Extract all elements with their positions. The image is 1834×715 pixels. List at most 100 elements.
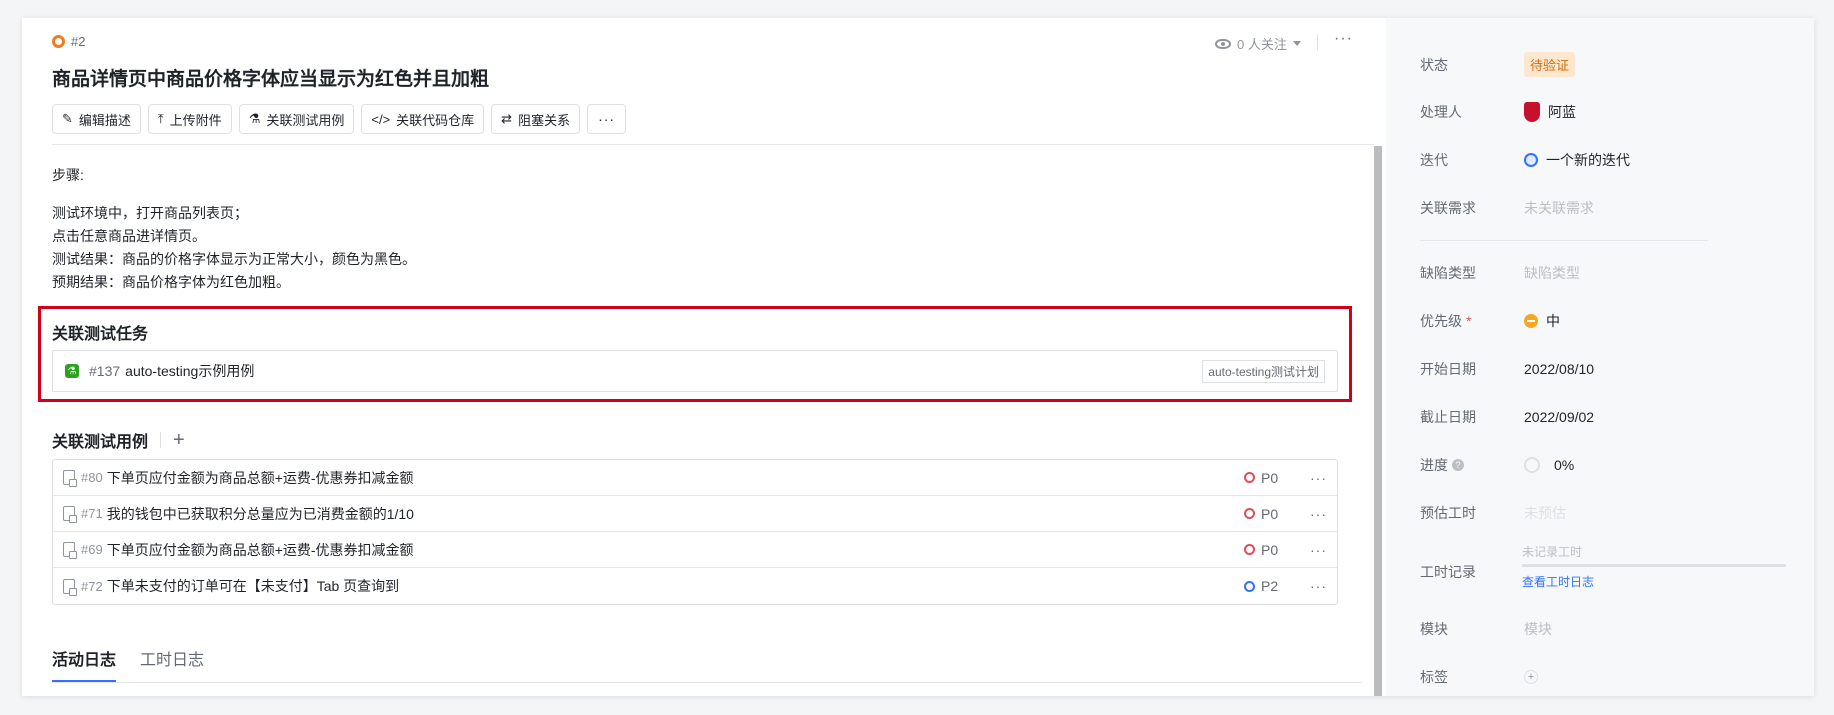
divider xyxy=(1420,240,1708,241)
field-value: 2022/09/02 xyxy=(1524,409,1595,425)
row-more-button[interactable]: ··· xyxy=(1310,470,1327,486)
field-label: 预估工时 xyxy=(1420,505,1476,521)
row-more-button[interactable]: ··· xyxy=(1310,506,1327,522)
priority-icon xyxy=(1244,472,1255,483)
upload-attachment-button[interactable]: ⤒ 上传附件 xyxy=(147,104,232,134)
edit-description-button[interactable]: ✎ 编辑描述 xyxy=(52,104,141,134)
field-priority[interactable]: 优先级 * 中 xyxy=(1420,311,1560,331)
field-progress[interactable]: 进度? 0% xyxy=(1420,455,1574,475)
test-plan-tag[interactable]: auto-testing测试计划 xyxy=(1202,359,1325,383)
progress-value: 0% xyxy=(1554,457,1575,473)
field-label: 工时记录 xyxy=(1420,564,1476,580)
field-label: 缺陷类型 xyxy=(1420,265,1476,281)
field-value: 一个新的迭代 xyxy=(1524,150,1630,170)
case-row[interactable]: #80 下单页应付金额为商品总额+运费-优惠券扣减金额 P0 ··· xyxy=(53,460,1337,496)
field-label: 迭代 xyxy=(1420,152,1448,168)
flask-icon: ⚗ xyxy=(248,111,261,126)
more-actions-button[interactable]: ··· xyxy=(1334,30,1353,48)
field-label: 模块 xyxy=(1420,621,1448,637)
scrollbar-thumb[interactable] xyxy=(1374,146,1382,696)
toolbar-more-button[interactable]: ··· xyxy=(587,104,627,134)
link-test-case-label: 关联测试用例 xyxy=(266,112,345,128)
main-panel: #2 商品详情页中商品价格字体应当显示为红色并且加粗 0 人关注 ··· ✎ 编… xyxy=(22,18,1386,696)
linked-cases-list: #80 下单页应付金额为商品总额+运费-优惠券扣减金额 P0 ··· #71 我… xyxy=(52,459,1338,605)
description-line: 测试环境中，打开商品列表页； xyxy=(52,205,248,221)
field-label: 开始日期 xyxy=(1420,361,1476,377)
task-id: #137 xyxy=(89,363,121,379)
field-value: 2022/08/10 xyxy=(1524,361,1595,377)
field-value: 待验证 xyxy=(1524,52,1576,77)
iteration-name: 一个新的迭代 xyxy=(1546,152,1630,168)
link-code-repo-label: 关联代码仓库 xyxy=(396,112,475,128)
test-case-icon xyxy=(63,506,77,523)
link-code-repo-button[interactable]: </> 关联代码仓库 xyxy=(361,104,485,134)
field-worklog: 工时记录 xyxy=(1420,562,1524,582)
bug-id: #2 xyxy=(52,34,85,49)
field-requirement[interactable]: 关联需求 未关联需求 xyxy=(1420,198,1594,218)
blocking-relation-button[interactable]: ⇄ 阻塞关系 xyxy=(491,104,581,134)
progress-label: 进度 xyxy=(1420,457,1448,473)
add-case-button[interactable]: + xyxy=(173,429,185,452)
field-label: 优先级 * xyxy=(1420,311,1524,331)
field-value: 阿蓝 xyxy=(1524,102,1576,122)
linked-task-row[interactable]: ⚗ #137 auto-testing示例用例 auto-testing测试计划 xyxy=(52,350,1338,392)
view-worklog-link[interactable]: 查看工时日志 xyxy=(1522,573,1786,590)
field-label: 截止日期 xyxy=(1420,409,1476,425)
case-row[interactable]: #72 下单未支付的订单可在【未支付】Tab 页查询到 P2 ··· xyxy=(53,568,1337,604)
status-badge[interactable]: 待验证 xyxy=(1524,52,1576,77)
case-priority: P0 xyxy=(1244,506,1302,522)
divider xyxy=(52,682,1362,683)
field-value: 中 xyxy=(1524,311,1560,331)
case-row[interactable]: #71 我的钱包中已获取积分总量应为已消费金额的1/10 P0 ··· xyxy=(53,496,1337,532)
follow-button[interactable]: 0 人关注 xyxy=(1215,34,1301,53)
field-status[interactable]: 状态 待验证 xyxy=(1420,52,1576,77)
field-label: 标签 xyxy=(1420,669,1448,685)
iteration-icon xyxy=(1524,153,1538,167)
tab-activity-log[interactable]: 活动日志 xyxy=(52,646,117,682)
tab-worklog[interactable]: 工时日志 xyxy=(140,646,204,682)
assignee-name: 阿蓝 xyxy=(1548,104,1576,120)
edit-icon: ✎ xyxy=(62,111,73,126)
priority-value: 中 xyxy=(1546,313,1560,329)
field-value: 未关联需求 xyxy=(1524,200,1594,216)
priority-icon xyxy=(1244,544,1255,555)
description-line: 预期结果：商品价格字体为红色加粗。 xyxy=(52,274,290,290)
add-tag-button[interactable]: + xyxy=(1524,670,1538,684)
description-line: 点击任意商品进详情页。 xyxy=(52,228,206,244)
field-value: 0% xyxy=(1524,457,1574,473)
field-start-date[interactable]: 开始日期 2022/08/10 xyxy=(1420,359,1594,379)
field-module[interactable]: 模块 模块 xyxy=(1420,619,1552,639)
blocking-relation-label: 阻塞关系 xyxy=(518,112,571,128)
field-defect-type[interactable]: 缺陷类型 缺陷类型 xyxy=(1420,263,1580,283)
edit-description-label: 编辑描述 xyxy=(78,112,131,128)
case-priority: P0 xyxy=(1244,470,1302,486)
link-test-case-button[interactable]: ⚗ 关联测试用例 xyxy=(238,104,355,134)
field-assignee[interactable]: 处理人 阿蓝 xyxy=(1420,102,1576,122)
block-icon: ⇄ xyxy=(501,111,513,126)
row-more-button[interactable]: ··· xyxy=(1310,542,1327,558)
case-row[interactable]: #69 下单页应付金额为商品总额+运费-优惠券扣减金额 P0 ··· xyxy=(53,532,1337,568)
issue-title[interactable]: 商品详情页中商品价格字体应当显示为红色并且加粗 xyxy=(52,64,489,91)
description-line: 测试结果：商品的价格字体显示为正常大小，颜色为黑色。 xyxy=(52,251,416,267)
followers-count: 0 人关注 xyxy=(1237,37,1287,52)
help-icon[interactable]: ? xyxy=(1452,459,1464,471)
test-case-icon xyxy=(63,578,77,596)
field-due-date[interactable]: 截止日期 2022/09/02 xyxy=(1420,407,1594,427)
field-label: 进度? xyxy=(1420,455,1524,475)
field-tags[interactable]: 标签 + xyxy=(1420,667,1538,687)
row-more-button[interactable]: ··· xyxy=(1310,578,1327,594)
field-label: 关联需求 xyxy=(1420,200,1476,216)
priority-label: 优先级 xyxy=(1420,313,1462,329)
flask-icon: ⚗ xyxy=(65,364,79,378)
field-estimate[interactable]: 预估工时 未预估 xyxy=(1420,503,1566,523)
upload-icon: ⤒ xyxy=(157,111,164,126)
code-icon: </> xyxy=(371,111,391,127)
bug-type-icon xyxy=(52,35,65,48)
test-case-icon xyxy=(63,470,77,487)
issue-description: 步骤: 测试环境中，打开商品列表页； 点击任意商品进详情页。 测试结果：商品的价… xyxy=(52,164,416,294)
case-name: 下单页应付金额为商品总额+运费-优惠券扣减金额 xyxy=(106,541,414,558)
case-priority: P0 xyxy=(1244,542,1302,558)
bug-id-text: #2 xyxy=(71,34,86,49)
upload-attachment-label: 上传附件 xyxy=(169,112,222,128)
field-iteration[interactable]: 迭代 一个新的迭代 xyxy=(1420,150,1630,170)
